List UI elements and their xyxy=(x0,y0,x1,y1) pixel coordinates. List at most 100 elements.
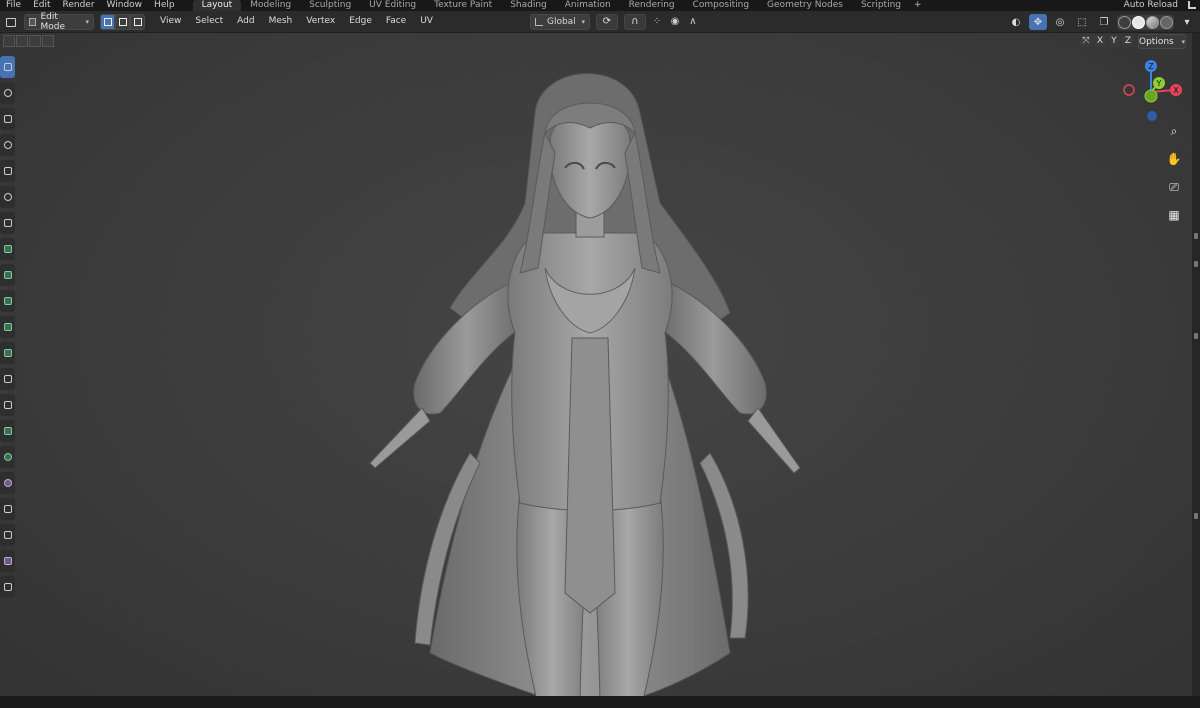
tab-modeling[interactable]: Modeling xyxy=(241,0,300,11)
magnet-icon: ∩ xyxy=(631,16,639,27)
tool-transform[interactable] xyxy=(0,186,15,208)
solid-shading-icon[interactable] xyxy=(1132,15,1145,29)
tab-texture-paint[interactable]: Texture Paint xyxy=(425,0,501,11)
visibility-button[interactable]: ◐ xyxy=(1007,14,1025,30)
tab-uv-editing[interactable]: UV Editing xyxy=(360,0,425,11)
menu-mesh[interactable]: Mesh xyxy=(262,16,300,27)
mirror-toggle-icon[interactable]: ⤧ xyxy=(1080,35,1092,47)
tool-measure[interactable] xyxy=(0,238,15,260)
tool-poly-build[interactable] xyxy=(0,420,15,442)
measure-icon xyxy=(3,245,12,253)
menu-uv[interactable]: UV xyxy=(413,16,440,27)
mesh-edit-overlays-button[interactable]: ⬚ xyxy=(1073,14,1091,30)
menu-select[interactable]: Select xyxy=(188,16,230,27)
auto-reload-label[interactable]: Auto Reload xyxy=(1124,0,1178,11)
tool-rotate[interactable] xyxy=(0,134,15,156)
vertex-select-icon xyxy=(103,17,112,26)
snap-target-button[interactable]: ⁘ xyxy=(650,14,664,30)
menu-face[interactable]: Face xyxy=(379,16,413,27)
proportional-edit-button[interactable]: ◉ xyxy=(668,14,682,30)
tool-extrude[interactable] xyxy=(0,290,15,312)
menu-edit[interactable]: Edit xyxy=(27,0,56,11)
edge-tab-handle[interactable] xyxy=(1194,513,1198,519)
tab-geometry-nodes[interactable]: Geometry Nodes xyxy=(758,0,852,11)
tool-shrink-fatten[interactable] xyxy=(0,524,15,546)
tool-scale[interactable] xyxy=(0,160,15,182)
3d-viewport[interactable] xyxy=(0,33,1192,696)
gizmo-toggle-button[interactable]: ✥ xyxy=(1029,14,1047,30)
edge-select-button[interactable] xyxy=(115,13,130,30)
menu-vertex[interactable]: Vertex xyxy=(299,16,342,27)
menu-render[interactable]: Render xyxy=(57,0,101,11)
tool-inset[interactable] xyxy=(0,316,15,338)
menu-edge[interactable]: Edge xyxy=(342,16,379,27)
tool-rip[interactable] xyxy=(0,576,15,598)
tool-annotate[interactable] xyxy=(0,212,15,234)
face-select-button[interactable] xyxy=(130,13,145,30)
tab-scripting[interactable]: Scripting xyxy=(852,0,910,11)
tab-animation[interactable]: Animation xyxy=(556,0,620,11)
tab-sculpting[interactable]: Sculpting xyxy=(300,0,360,11)
perspective-toggle-button[interactable]: ▦ xyxy=(1164,205,1184,225)
add-cube-icon xyxy=(3,271,12,279)
edge-tab-handle[interactable] xyxy=(1194,333,1198,339)
mode-label: Edit Mode xyxy=(40,11,66,32)
options-dropdown[interactable]: Options ▾ xyxy=(1138,34,1186,49)
neg-x-handle[interactable] xyxy=(1123,84,1135,96)
mirror-x-button[interactable]: X xyxy=(1094,35,1106,47)
camera-view-button[interactable]: ⎚ xyxy=(1164,177,1184,197)
set-subtract-icon[interactable] xyxy=(29,35,41,47)
sidebar-edge[interactable] xyxy=(1192,33,1200,696)
falloff-button[interactable]: ∧ xyxy=(686,14,700,30)
snap-button[interactable]: ∩ xyxy=(623,13,646,30)
tool-add-cube[interactable] xyxy=(0,264,15,286)
tab-layout[interactable]: Layout xyxy=(192,0,242,11)
tool-edge-slide[interactable] xyxy=(0,498,15,520)
cursor-icon xyxy=(3,89,12,97)
orientation-dropdown[interactable]: Global ▾ xyxy=(529,13,590,30)
tool-smooth[interactable] xyxy=(0,472,15,494)
xray-button[interactable]: ❐ xyxy=(1095,14,1113,30)
add-workspace-button[interactable]: + xyxy=(910,0,926,11)
shading-options-button[interactable]: ▾ xyxy=(1178,14,1196,30)
tool-move[interactable] xyxy=(0,108,15,130)
neg-y-handle[interactable] xyxy=(1144,89,1158,103)
set-invert-icon[interactable] xyxy=(42,35,54,47)
edge-tab-handle[interactable] xyxy=(1194,261,1198,267)
menu-file[interactable]: File xyxy=(0,0,27,11)
tool-cursor[interactable] xyxy=(0,82,15,104)
editor-type-icon[interactable] xyxy=(4,15,18,29)
tab-shading[interactable]: Shading xyxy=(501,0,556,11)
pan-button[interactable]: ✋ xyxy=(1164,149,1184,169)
tool-select-box[interactable] xyxy=(0,56,15,78)
corner-icon[interactable] xyxy=(1188,1,1196,9)
mode-dropdown[interactable]: Edit Mode ▾ xyxy=(24,11,94,32)
menu-help[interactable]: Help xyxy=(148,0,181,11)
rendered-shading-icon[interactable] xyxy=(1160,15,1173,29)
mirror-z-button[interactable]: Z xyxy=(1122,35,1134,47)
tool-spin[interactable] xyxy=(0,446,15,468)
zoom-button[interactable]: ⌕ xyxy=(1164,121,1184,141)
material-shading-icon[interactable] xyxy=(1146,15,1159,29)
mirror-y-button[interactable]: Y xyxy=(1108,35,1120,47)
tool-bevel[interactable] xyxy=(0,342,15,364)
tool-loop-cut[interactable] xyxy=(0,368,15,390)
edge-tab-handle[interactable] xyxy=(1194,233,1198,239)
tab-rendering[interactable]: Rendering xyxy=(620,0,684,11)
menu-add[interactable]: Add xyxy=(230,16,261,27)
vertex-select-button[interactable] xyxy=(100,13,115,30)
tool-shear[interactable] xyxy=(0,550,15,572)
set-extend-icon[interactable] xyxy=(16,35,28,47)
wireframe-shading-icon[interactable] xyxy=(1118,15,1131,29)
shear-icon xyxy=(3,557,12,565)
chevron-down-icon: ▾ xyxy=(85,17,89,26)
set-new-icon[interactable] xyxy=(3,35,15,47)
menu-window[interactable]: Window xyxy=(101,0,149,11)
overlays-button[interactable]: ◎ xyxy=(1051,14,1069,30)
neg-z-handle[interactable] xyxy=(1147,111,1157,121)
tab-compositing[interactable]: Compositing xyxy=(684,0,758,11)
menu-view[interactable]: View xyxy=(153,16,188,27)
tool-knife[interactable] xyxy=(0,394,15,416)
pivot-point-button[interactable]: ⟳ xyxy=(595,13,618,30)
status-bar xyxy=(0,696,1200,708)
